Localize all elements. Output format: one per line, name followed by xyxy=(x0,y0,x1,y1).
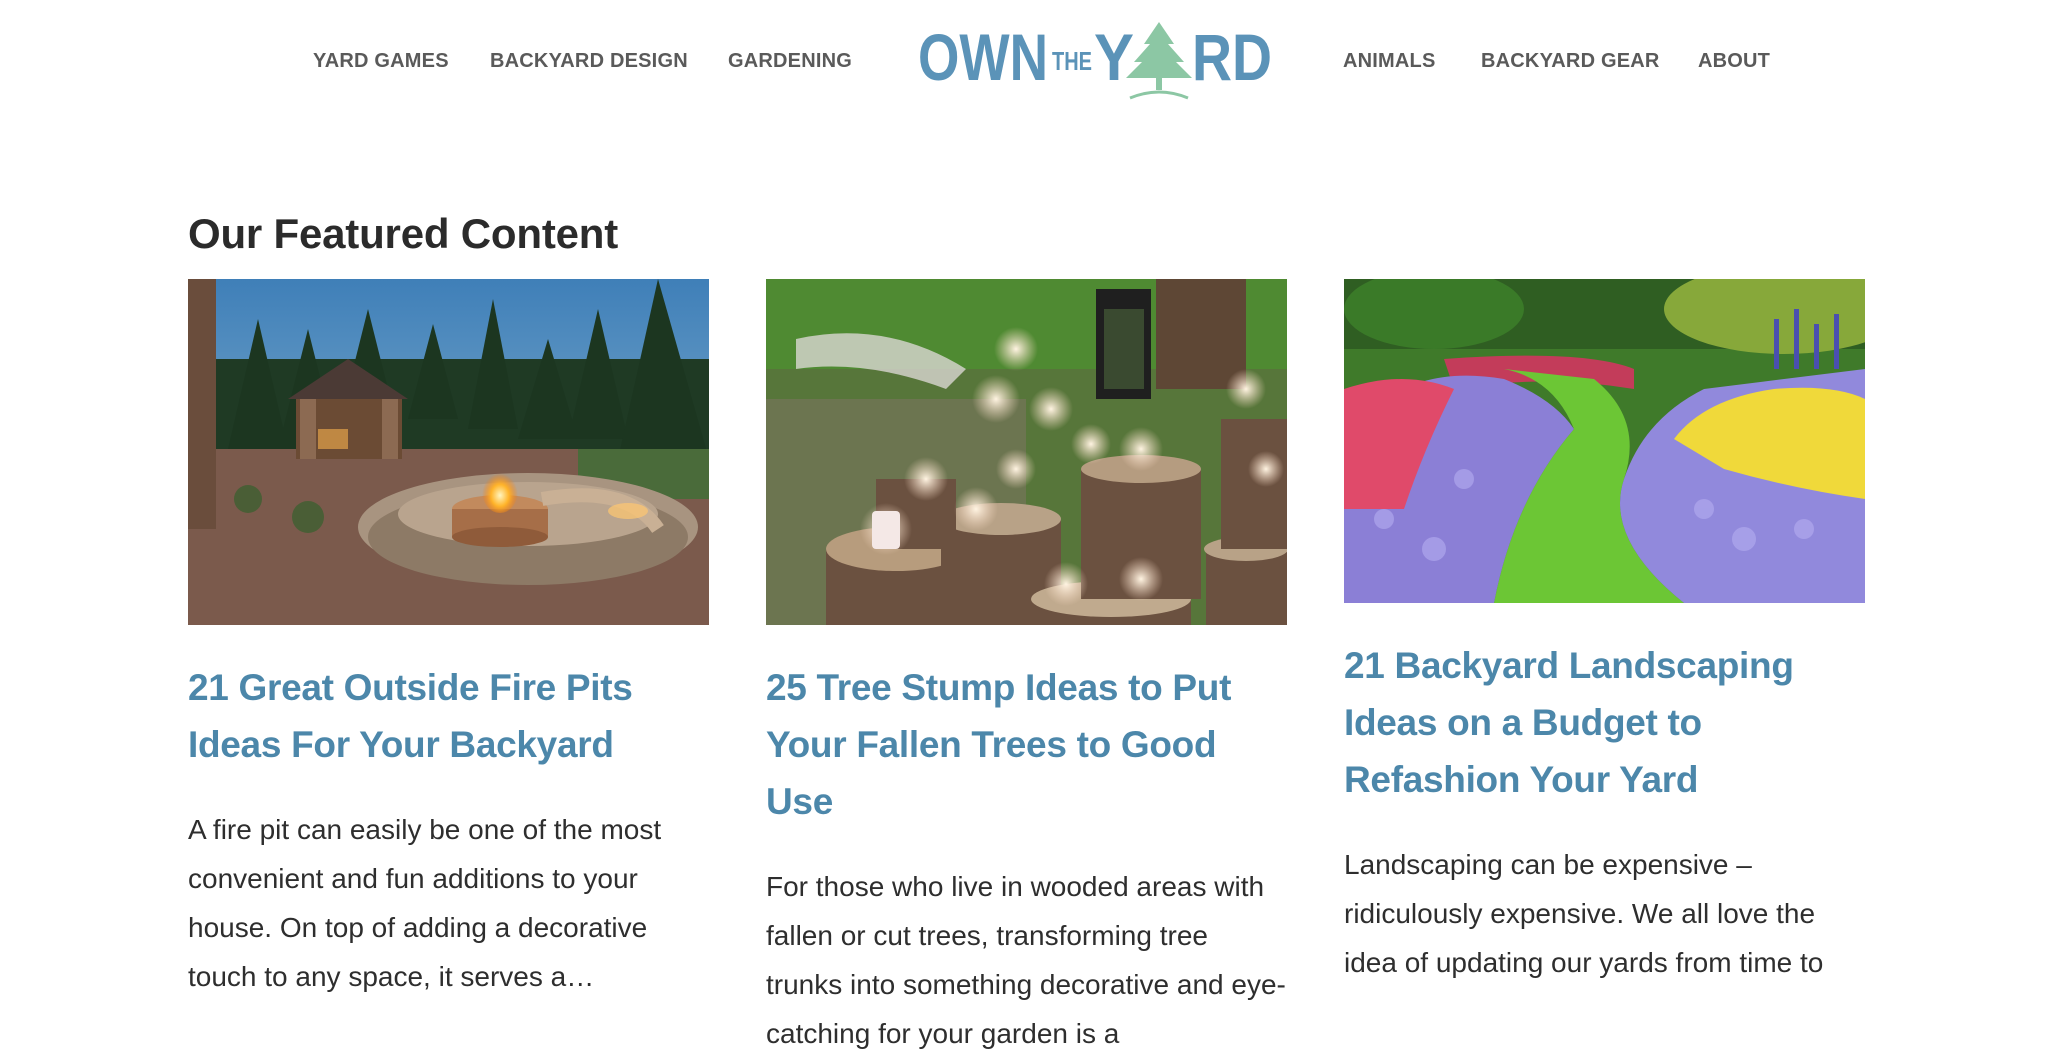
logo-y: Y xyxy=(1094,20,1134,94)
section-title: Our Featured Content xyxy=(188,210,619,257)
logo-rd: RD xyxy=(1192,20,1272,94)
featured-card: 21 Great Outside Fire Pits Ideas For You… xyxy=(188,279,709,1001)
landscaping-image xyxy=(1344,279,1865,603)
nav-backyard-gear[interactable]: BACKYARD GEAR xyxy=(1481,50,1660,73)
card-image-landscaping[interactable] xyxy=(1344,279,1865,603)
card-excerpt: For those who live in wooded areas with … xyxy=(766,871,1286,1049)
tree-stump-image xyxy=(766,279,1287,625)
fire-pit-image xyxy=(188,279,709,625)
card-title-link[interactable]: 25 Tree Stump Ideas to Put Your Fallen T… xyxy=(766,659,1287,830)
nav-animals[interactable]: ANIMALS xyxy=(1343,50,1436,73)
logo-the: THE xyxy=(1052,46,1092,76)
nav-gardening[interactable]: GARDENING xyxy=(728,50,852,73)
pine-tree-icon xyxy=(1126,22,1192,100)
nav-backyard-design[interactable]: BACKYARD DESIGN xyxy=(490,50,688,73)
logo-own: OWN xyxy=(918,20,1048,94)
nav-yard-games[interactable]: YARD GAMES xyxy=(313,50,449,73)
featured-card: 21 Backyard Landscaping Ideas on a Budge… xyxy=(1344,279,1865,987)
logo-graphic: OWN THE Y RD xyxy=(918,20,1272,100)
card-image-fire-pit[interactable] xyxy=(188,279,709,625)
card-excerpt: A fire pit can easily be one of the most… xyxy=(188,814,662,992)
featured-card: 25 Tree Stump Ideas to Put Your Fallen T… xyxy=(766,279,1287,1058)
card-excerpt: Landscaping can be expensive – ridiculou… xyxy=(1344,849,1824,978)
card-title-link[interactable]: 21 Great Outside Fire Pits Ideas For You… xyxy=(188,659,709,773)
card-title-link[interactable]: 21 Backyard Landscaping Ideas on a Budge… xyxy=(1344,637,1865,808)
card-image-tree-stumps[interactable] xyxy=(766,279,1287,625)
nav-about[interactable]: ABOUT xyxy=(1698,50,1770,73)
site-header: YARD GAMES BACKYARD DESIGN GARDENING OWN… xyxy=(0,0,2048,120)
site-logo[interactable]: OWN THE Y RD xyxy=(918,18,1272,102)
